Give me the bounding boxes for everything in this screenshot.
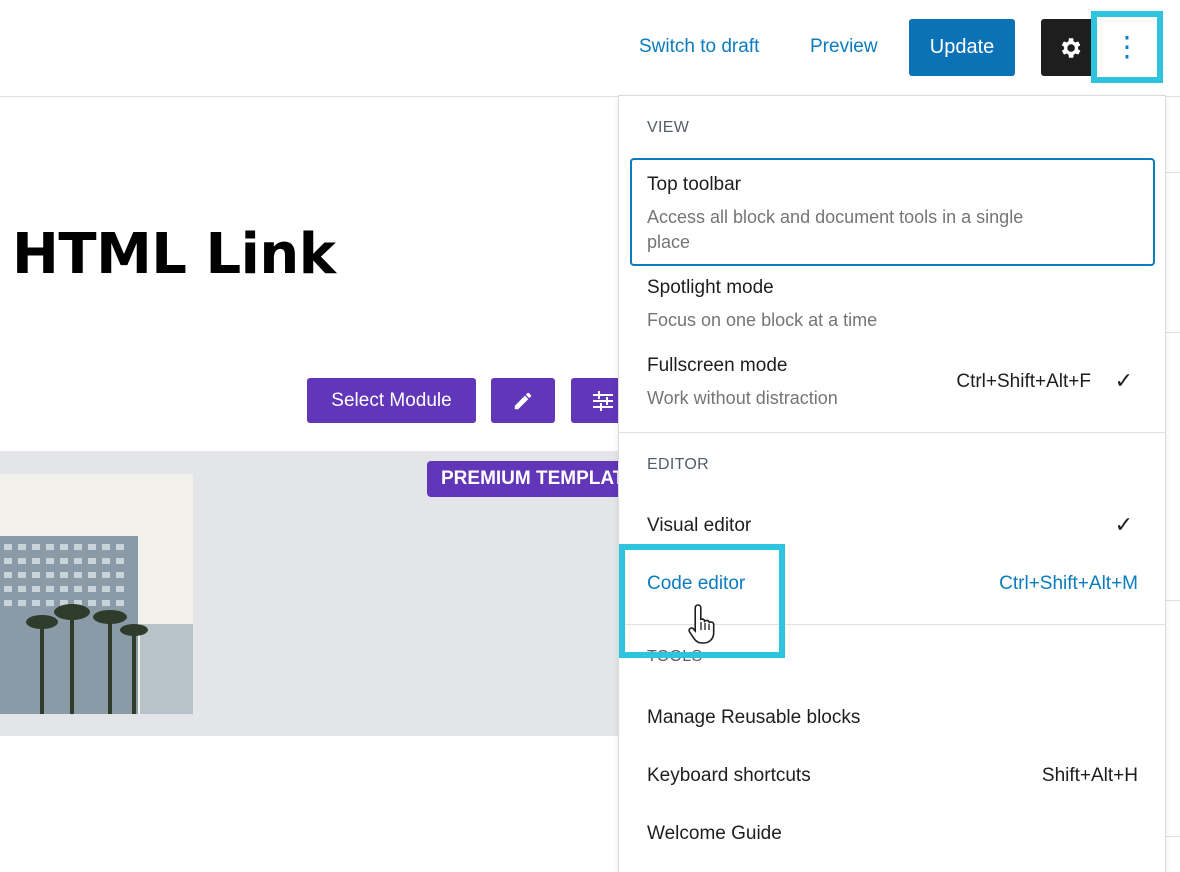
top-toolbar-label: Top toolbar — [647, 174, 742, 195]
welcome-guide-label: Welcome Guide — [647, 823, 782, 844]
editor-header: Switch to draft Preview Update ⋮ — [0, 0, 1180, 97]
sidebar-divider — [1166, 600, 1180, 601]
manage-reusable-blocks-label: Manage Reusable blocks — [647, 707, 861, 728]
view-group-label: VIEW — [647, 119, 690, 136]
post-title[interactable]: HTML Link — [12, 222, 336, 287]
fullscreen-shortcut: Ctrl+Shift+Alt+F — [956, 371, 1091, 392]
top-toolbar-description: Access all block and document tools in a… — [647, 207, 1024, 252]
vertical-ellipsis-icon: ⋮ — [1113, 31, 1141, 62]
menu-divider — [619, 432, 1165, 433]
sidebar-divider — [1166, 836, 1180, 837]
switch-to-draft-button[interactable]: Switch to draft — [639, 36, 759, 58]
pencil-icon — [514, 392, 532, 409]
sidebar-divider — [1166, 172, 1180, 173]
hand-cursor-icon — [688, 604, 715, 644]
editor-group-label: EDITOR — [647, 456, 709, 473]
preview-button[interactable]: Preview — [810, 36, 878, 58]
visual-editor-check-icon: ✓ — [1114, 512, 1133, 537]
hotel-building-photo — [0, 474, 193, 714]
spotlight-mode-label: Spotlight mode — [647, 277, 774, 298]
keyboard-shortcuts-label: Keyboard shortcuts — [647, 765, 811, 786]
sliders-icon — [593, 390, 613, 411]
settings-button[interactable] — [1041, 19, 1098, 76]
fullscreen-check-icon: ✓ — [1114, 368, 1133, 393]
more-options-menu: VIEW Top toolbar Access all block and do… — [618, 95, 1166, 872]
template-preview[interactable]: PREMIUM TEMPLATE — [0, 451, 651, 736]
visual-editor-label: Visual editor — [647, 515, 752, 536]
update-button[interactable]: Update — [909, 19, 1015, 76]
code-editor-shortcut: Ctrl+Shift+Alt+M — [999, 573, 1138, 594]
spotlight-mode-description: Focus on one block at a time — [647, 310, 878, 330]
sidebar-divider — [1166, 332, 1180, 333]
edit-module-button[interactable] — [491, 378, 555, 423]
select-module-button[interactable]: Select Module — [307, 378, 476, 423]
keyboard-shortcuts-shortcut: Shift+Alt+H — [1041, 765, 1138, 786]
gear-icon — [1061, 37, 1080, 58]
fullscreen-mode-label: Fullscreen mode — [647, 355, 788, 376]
more-options-button[interactable]: ⋮ — [1091, 11, 1163, 83]
